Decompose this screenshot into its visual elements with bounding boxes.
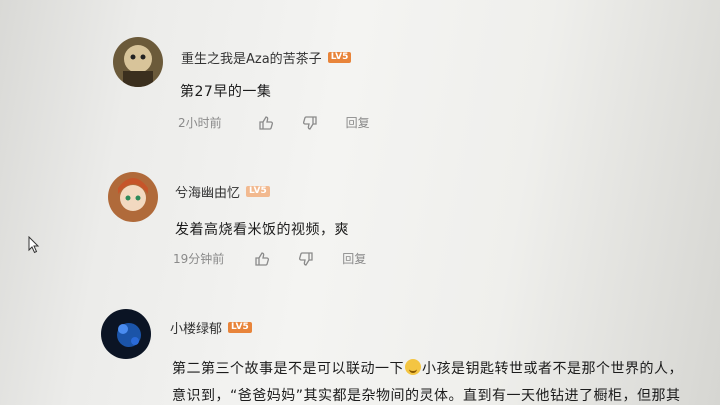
- comment-text-part: 第二第三个故事是不是可以联动一下: [172, 361, 404, 377]
- username[interactable]: 兮海幽由忆: [175, 182, 240, 201]
- username[interactable]: 重生之我是Aza的苦茶子: [181, 48, 322, 67]
- mouse-pointer-icon: [28, 235, 40, 254]
- avatar[interactable]: [108, 172, 158, 222]
- avatar[interactable]: [101, 309, 151, 359]
- comment-text: 第27早的一集: [180, 84, 272, 100]
- comment-time: 19分钟前: [173, 252, 225, 266]
- laughing-emoji-icon: [405, 359, 421, 375]
- comment-text: 第二第三个故事是不是可以联动一下 小孩是钥匙转世或者不是那个世界的人，: [172, 358, 683, 378]
- reply-button[interactable]: 回复: [346, 114, 370, 131]
- reply-button[interactable]: 回复: [342, 250, 366, 267]
- thumbs-up-icon[interactable]: [258, 115, 274, 131]
- comment-text: 发着高烧看米饭的视频，爽: [175, 222, 349, 238]
- level-badge: LV5: [327, 52, 352, 63]
- username[interactable]: 小楼绿郁: [170, 318, 222, 337]
- level-badge: LV5: [228, 322, 252, 333]
- comment-text-line2: 意识到，“爸爸妈妈”其实都是杂物间的灵体。直到有一天他钻进了橱柜，但那其: [172, 388, 681, 404]
- thumbs-down-icon[interactable]: [302, 115, 318, 131]
- thumbs-up-icon[interactable]: [254, 251, 270, 267]
- level-badge: LV5: [246, 186, 270, 197]
- thumbs-down-icon[interactable]: [298, 251, 314, 267]
- avatar[interactable]: [113, 37, 163, 87]
- comment-time: 2小时前: [178, 116, 222, 130]
- comment-text-part: 小孩是钥匙转世或者不是那个世界的人，: [422, 361, 683, 377]
